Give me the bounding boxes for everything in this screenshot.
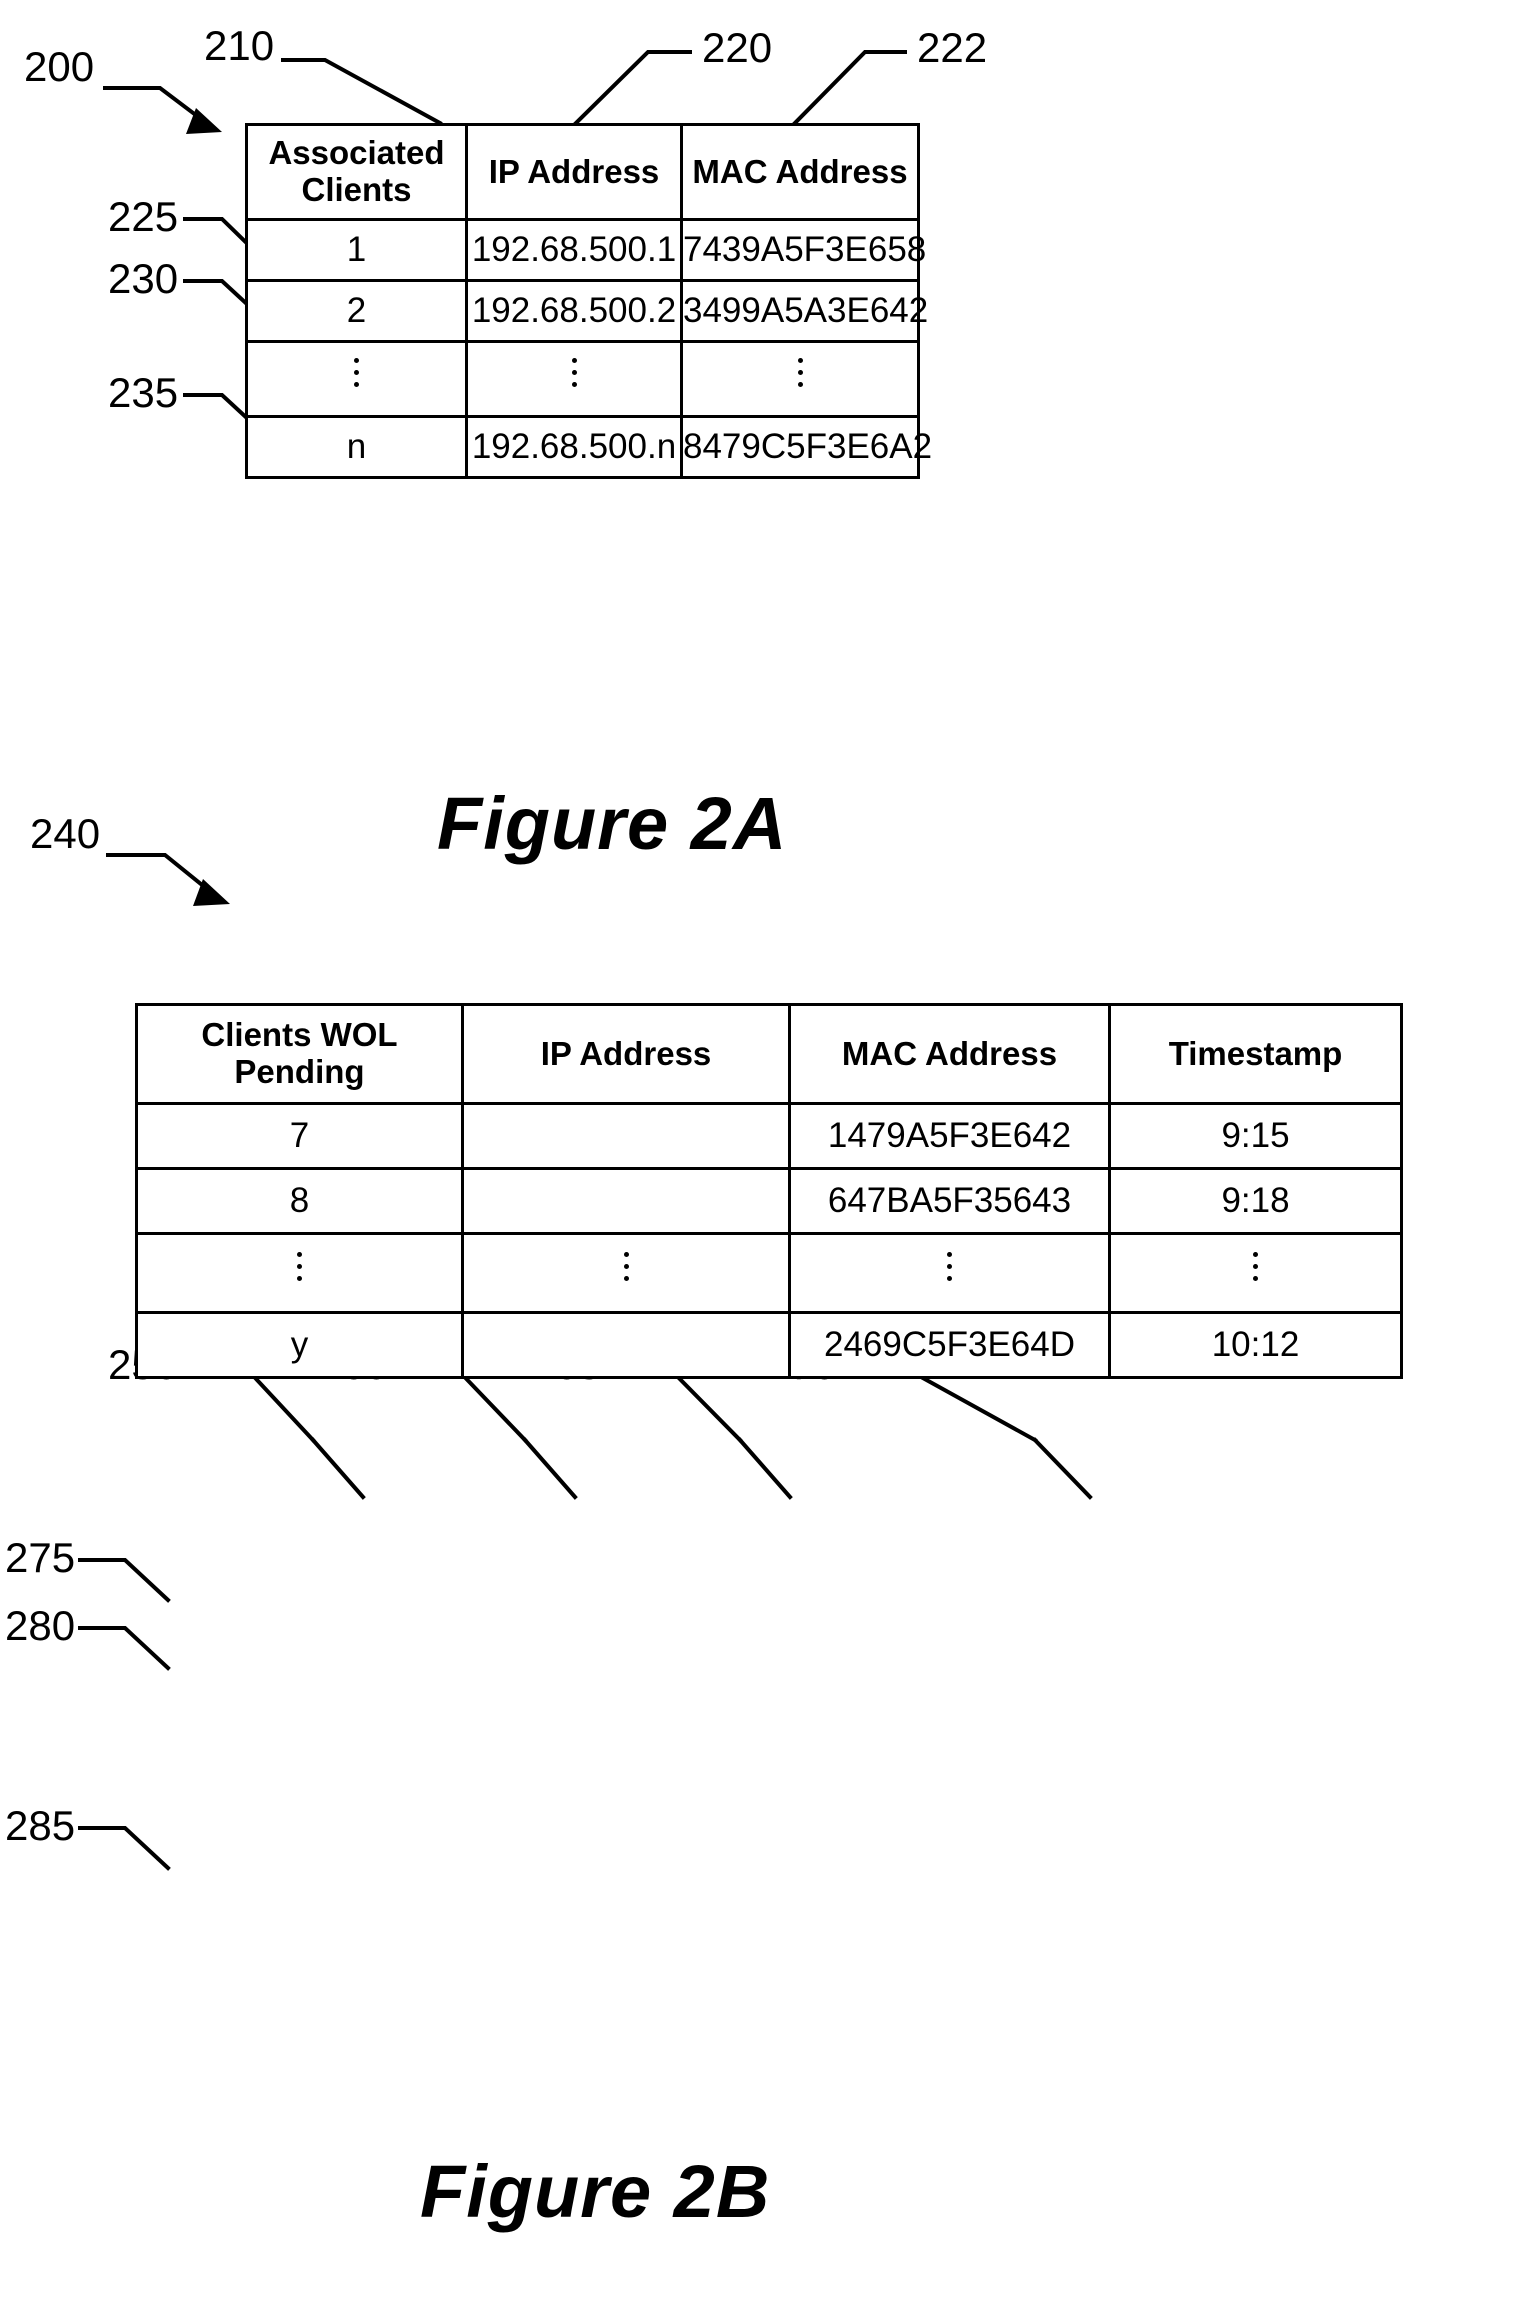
vertical-ellipsis-icon	[623, 1245, 629, 1288]
cell-wol-index: 7	[135, 1102, 464, 1170]
reference-numeral-225: 225	[108, 193, 179, 240]
reference-numeral-222: 222	[917, 24, 988, 71]
reference-numeral-220: 220	[702, 24, 773, 71]
cell-vertical-ellipsis	[1108, 1232, 1403, 1314]
vertical-ellipsis-icon	[297, 1245, 302, 1288]
cell-ip-address: 192.68.500.1	[465, 218, 683, 282]
leader-240	[106, 853, 215, 896]
patent-figure-sheet: 200 210 220 222 225 230 235 Associated C…	[0, 0, 1525, 2306]
vertical-ellipsis-icon	[797, 351, 803, 394]
cell-timestamp: 9:15	[1108, 1102, 1403, 1170]
table-row: 1 192.68.500.1 7439A5F3E658	[245, 218, 926, 282]
leader-260-tail	[522, 1437, 578, 1500]
cell-mac-address: 1479A5F3E642	[788, 1102, 1111, 1170]
leader-265-tail	[737, 1437, 793, 1500]
column-header-timestamp: Timestamp	[1108, 1003, 1403, 1105]
vertical-ellipsis-icon	[1253, 1245, 1258, 1288]
leader-220	[573, 50, 692, 126]
table-row-ellipsis	[135, 1232, 1403, 1314]
vertical-ellipsis-icon	[571, 351, 577, 394]
leader-210	[281, 58, 443, 126]
arrowhead-240	[193, 879, 230, 906]
cell-ip-address	[461, 1311, 791, 1379]
cell-vertical-ellipsis	[680, 340, 920, 418]
header-line-2: Pending	[234, 1053, 365, 1090]
leader-270-tail	[1032, 1437, 1093, 1500]
cell-mac-address: 647BA5F35643	[788, 1167, 1111, 1235]
table-a-header-row: Associated Clients IP Address MAC Addres…	[245, 123, 920, 221]
cell-timestamp: 9:18	[1108, 1167, 1403, 1235]
column-header-associated-clients: Associated Clients	[245, 123, 468, 221]
reference-numeral-230: 230	[108, 255, 179, 302]
cell-ip-address	[461, 1167, 791, 1235]
reference-numeral-200: 200	[24, 43, 95, 90]
reference-numeral-280: 280	[5, 1602, 76, 1649]
cell-client-index: 2	[245, 279, 468, 343]
cell-client-index: 1	[245, 218, 468, 282]
leader-222	[792, 50, 907, 126]
associated-clients-table: Associated Clients IP Address MAC Addres…	[245, 123, 932, 479]
column-header-mac-address: MAC Address	[788, 1003, 1111, 1105]
header-line-2: Clients	[301, 171, 412, 208]
table-row: 8 647BA5F35643 9:18	[135, 1167, 1403, 1235]
column-header-ip-address: IP Address	[461, 1003, 791, 1105]
reference-numeral-210: 210	[204, 22, 275, 69]
vertical-ellipsis-icon	[947, 1245, 952, 1288]
cell-client-index: n	[245, 415, 468, 479]
column-header-ip-address: IP Address	[465, 123, 683, 221]
cell-ip-address: 192.68.500.2	[465, 279, 683, 343]
cell-vertical-ellipsis	[245, 340, 468, 418]
table-b-header-row: Clients WOL Pending IP Address MAC Addre…	[135, 1003, 1403, 1105]
cell-ip-address	[461, 1102, 791, 1170]
table-row: 7 1479A5F3E642 9:15	[135, 1102, 1403, 1170]
cell-mac-address: 2469C5F3E64D	[788, 1311, 1111, 1379]
header-line-1: Associated	[268, 134, 445, 172]
cell-vertical-ellipsis	[135, 1232, 464, 1314]
table-row-ellipsis	[245, 340, 920, 418]
leader-275	[78, 1558, 171, 1603]
leader-280	[78, 1626, 171, 1671]
column-header-clients-wol-pending: Clients WOL Pending	[135, 1003, 464, 1105]
cell-mac-address: 7439A5F3E658	[680, 218, 926, 282]
cell-vertical-ellipsis	[461, 1232, 791, 1314]
leader-285	[78, 1826, 171, 1871]
reference-numeral-275: 275	[5, 1534, 76, 1581]
leader-200	[103, 86, 208, 125]
reference-numeral-285: 285	[5, 1802, 76, 1849]
reference-numeral-235: 235	[108, 369, 179, 416]
header-line-1: Clients WOL	[201, 1016, 398, 1054]
cell-wol-index: y	[135, 1311, 464, 1379]
clients-wol-pending-table: Clients WOL Pending IP Address MAC Addre…	[135, 1003, 1403, 1379]
cell-mac-address: 3499A5A3E642	[680, 279, 928, 343]
column-header-mac-address: MAC Address	[680, 123, 920, 221]
table-row: n 192.68.500.n 8479C5F3E6A2	[245, 415, 932, 479]
cell-ip-address: 192.68.500.n	[465, 415, 683, 479]
figure-caption-2b: Figure 2B	[420, 2150, 771, 2233]
cell-vertical-ellipsis	[465, 340, 683, 418]
figure-caption-2a: Figure 2A	[437, 782, 788, 865]
table-row: 2 192.68.500.2 3499A5A3E642	[245, 279, 928, 343]
reference-numeral-240: 240	[30, 810, 101, 857]
leader-250-tail	[310, 1437, 366, 1500]
cell-wol-index: 8	[135, 1167, 464, 1235]
cell-timestamp: 10:12	[1108, 1311, 1403, 1379]
arrowhead-200	[186, 108, 222, 134]
cell-vertical-ellipsis	[788, 1232, 1111, 1314]
vertical-ellipsis-icon	[354, 351, 359, 394]
table-row: y 2469C5F3E64D 10:12	[135, 1311, 1403, 1379]
cell-mac-address: 8479C5F3E6A2	[680, 415, 932, 479]
